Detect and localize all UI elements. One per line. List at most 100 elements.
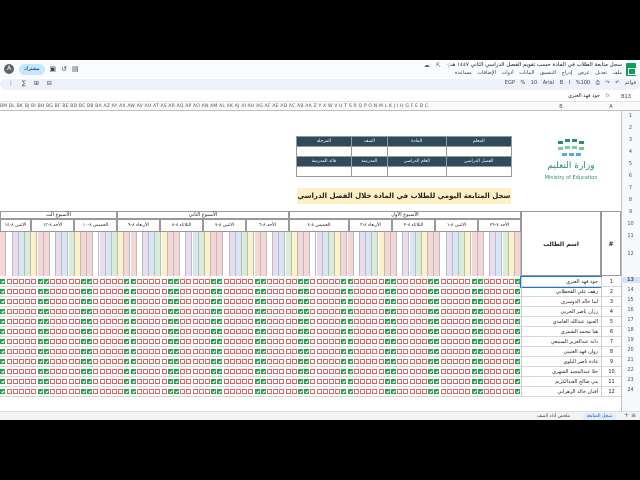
attendance-checkbox[interactable] [99, 379, 105, 384]
criteria-column[interactable] [477, 232, 484, 276]
attendance-checkbox[interactable] [37, 369, 43, 374]
attendance-checkbox[interactable] [124, 299, 130, 304]
attendance-checkbox[interactable] [198, 369, 204, 374]
attendance-checkbox[interactable] [372, 349, 378, 354]
attendance-checkbox[interactable] [211, 299, 217, 304]
attendance-checkbox[interactable] [353, 349, 359, 354]
attendance-checkbox[interactable] [409, 279, 415, 284]
attendance-checkbox[interactable] [99, 279, 105, 284]
attendance-checkbox[interactable] [87, 309, 93, 314]
attendance-checkbox[interactable] [515, 389, 520, 394]
attendance-checkbox[interactable] [242, 299, 248, 304]
attendance-checkbox[interactable] [267, 309, 272, 314]
attendance-checkbox[interactable] [198, 289, 204, 294]
attendance-checkbox[interactable] [248, 379, 254, 384]
attendance-checkbox[interactable] [6, 379, 12, 384]
attendance-checkbox[interactable] [316, 329, 322, 334]
criteria-column[interactable] [347, 232, 354, 276]
attendance-checkbox[interactable] [37, 309, 43, 314]
criteria-column[interactable] [353, 232, 360, 276]
attendance-checkbox[interactable] [174, 339, 179, 344]
attendance-checkbox[interactable] [477, 319, 483, 324]
attendance-checkbox[interactable] [515, 319, 520, 324]
attendance-checkbox[interactable] [459, 339, 465, 344]
attendance-checkbox[interactable] [329, 379, 334, 384]
attendance-checkbox[interactable] [360, 329, 365, 334]
attendance-checkbox[interactable] [81, 369, 86, 374]
criteria-column[interactable] [217, 232, 224, 276]
info-cell[interactable] [350, 166, 389, 177]
attendance-checkbox[interactable] [130, 329, 136, 334]
attendance-checkbox[interactable] [422, 309, 427, 314]
attendance-checkbox[interactable] [465, 359, 471, 364]
attendance-checkbox[interactable] [484, 359, 489, 364]
attendance-checkbox[interactable] [50, 319, 55, 324]
attendance-checkbox[interactable] [384, 289, 390, 294]
attendance-checkbox[interactable] [248, 279, 254, 284]
attendance-checkbox[interactable] [62, 329, 68, 334]
attendance-checkbox[interactable] [25, 369, 31, 374]
attendance-checkbox[interactable] [50, 379, 55, 384]
attendance-checkbox[interactable] [25, 339, 31, 344]
attendance-checkbox[interactable] [341, 339, 347, 344]
attendance-checkbox[interactable] [335, 319, 341, 324]
attendance-checkbox[interactable] [391, 329, 396, 334]
attendance-checkbox[interactable] [260, 339, 266, 344]
attendance-checkbox[interactable] [347, 349, 353, 354]
attendance-checkbox[interactable] [329, 359, 334, 364]
attendance-checkbox[interactable] [267, 319, 272, 324]
attendance-checkbox[interactable] [310, 329, 316, 334]
attendance-checkbox[interactable] [81, 289, 86, 294]
attendance-checkbox[interactable] [353, 319, 359, 324]
criteria-column[interactable] [242, 232, 249, 276]
attendance-checkbox[interactable] [198, 349, 204, 354]
attendance-checkbox[interactable] [6, 389, 12, 394]
attendance-checkbox[interactable] [409, 359, 415, 364]
attendance-checkbox[interactable] [19, 349, 24, 354]
attendance-checkbox[interactable] [291, 299, 297, 304]
attendance-checkbox[interactable] [403, 289, 409, 294]
attendance-checkbox[interactable] [298, 309, 303, 314]
attendance-checkbox[interactable] [6, 309, 12, 314]
attendance-checkbox[interactable] [347, 389, 353, 394]
student-name-cell[interactable]: دانة عبدالعزيز السبيعي [521, 337, 601, 347]
criteria-column[interactable] [19, 232, 25, 276]
attendance-checkbox[interactable] [279, 279, 285, 284]
attendance-checkbox[interactable] [248, 309, 254, 314]
attendance-checkbox[interactable] [434, 339, 440, 344]
attendance-checkbox[interactable] [360, 299, 365, 304]
attendance-checkbox[interactable] [403, 389, 409, 394]
attendance-checkbox[interactable] [403, 369, 409, 374]
attendance-checkbox[interactable] [440, 369, 446, 374]
attendance-checkbox[interactable] [428, 319, 434, 324]
attendance-checkbox[interactable] [415, 299, 421, 304]
attendance-checkbox[interactable] [248, 289, 254, 294]
attendance-checkbox[interactable] [143, 329, 148, 334]
attendance-checkbox[interactable] [403, 379, 409, 384]
attendance-checkbox[interactable] [124, 279, 130, 284]
attendance-checkbox[interactable] [422, 369, 427, 374]
attendance-checkbox[interactable] [19, 389, 24, 394]
attendance-checkbox[interactable] [341, 359, 347, 364]
attendance-checkbox[interactable] [459, 379, 465, 384]
table-row[interactable]: دانة عبدالعزيز السبيعي 7 [0, 337, 621, 347]
attendance-checkbox[interactable] [415, 329, 421, 334]
attendance-checkbox[interactable] [446, 289, 452, 294]
attendance-checkbox[interactable] [310, 299, 316, 304]
attendance-checkbox[interactable] [192, 289, 198, 294]
attendance-checkbox[interactable] [366, 279, 372, 284]
criteria-column[interactable] [316, 232, 323, 276]
attendance-checkbox[interactable] [508, 309, 514, 314]
undo-icon[interactable]: ↶ [615, 80, 619, 86]
attendance-checkbox[interactable] [19, 299, 24, 304]
attendance-checkbox[interactable] [353, 299, 359, 304]
attendance-checkbox[interactable] [50, 289, 55, 294]
attendance-checkbox[interactable] [508, 379, 514, 384]
attendance-checkbox[interactable] [12, 319, 18, 324]
attendance-checkbox[interactable] [180, 389, 186, 394]
attendance-checkbox[interactable] [322, 279, 328, 284]
attendance-checkbox[interactable] [496, 279, 502, 284]
attendance-checkbox[interactable] [428, 359, 434, 364]
attendance-checkbox[interactable] [378, 379, 384, 384]
attendance-checkbox[interactable] [391, 289, 396, 294]
